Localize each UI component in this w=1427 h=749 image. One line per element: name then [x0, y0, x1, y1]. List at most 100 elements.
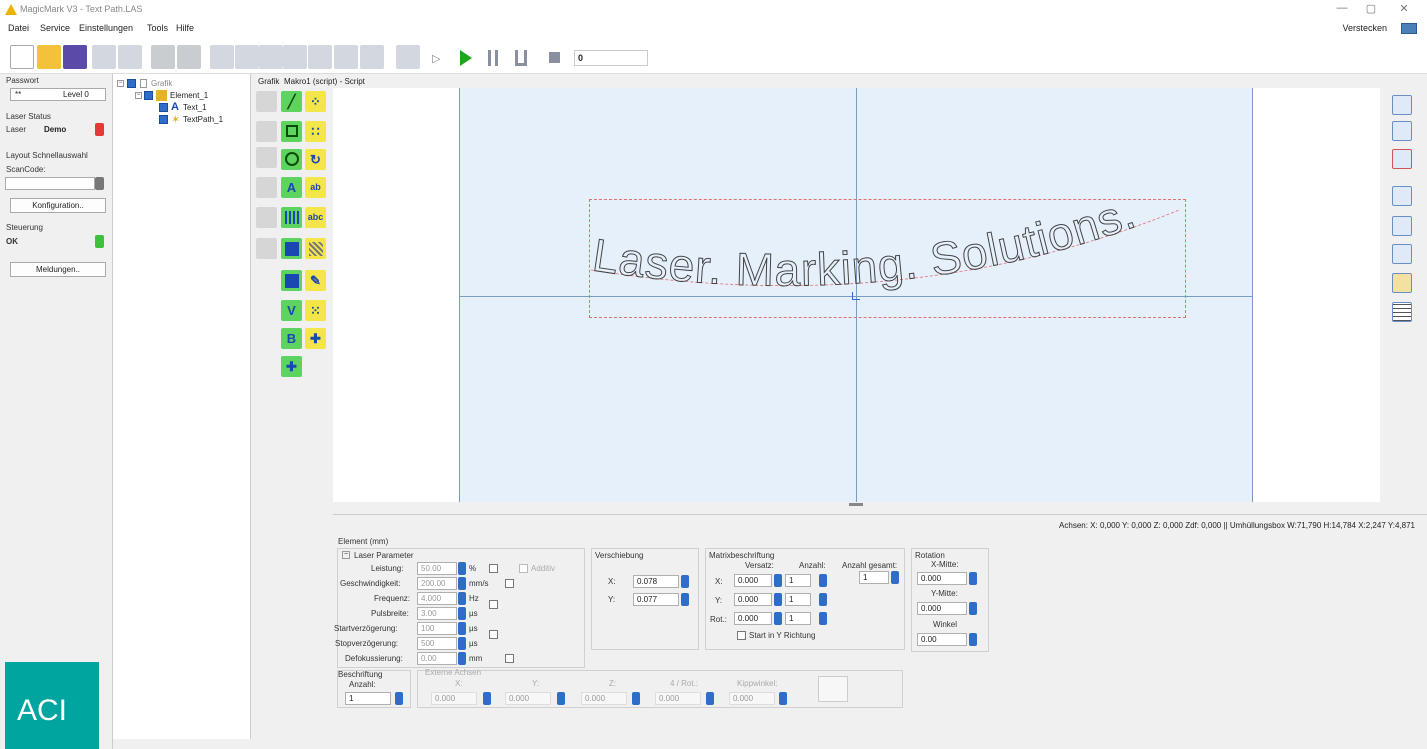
tab-grafik[interactable]: Grafik [258, 77, 279, 86]
rectangle-tool-icon[interactable] [281, 121, 302, 142]
ext-y-input[interactable]: 0.000 [505, 692, 551, 705]
verschiebung-x-spinner[interactable] [681, 575, 689, 588]
layers-icon[interactable] [1392, 273, 1412, 293]
b-tool-icon[interactable]: B [281, 328, 302, 349]
geschwindigkeit-checkbox[interactable] [505, 579, 514, 588]
puzzle-green-icon[interactable]: ✚ [281, 356, 302, 377]
startverzoegerung-input[interactable]: 100 [417, 622, 457, 635]
stop-square-icon[interactable] [151, 45, 175, 69]
tree-item-textpath-1[interactable]: TextPath_1 [183, 115, 223, 124]
password-field[interactable]: ** Level 0 [10, 88, 106, 101]
grid-icon[interactable] [334, 45, 358, 69]
zoom-out-icon[interactable] [1392, 216, 1412, 236]
ungroup-icon[interactable] [259, 45, 283, 69]
redo-icon[interactable] [118, 45, 142, 69]
tree-item-element-1[interactable]: Element_1 [170, 91, 208, 100]
leistung-checkbox[interactable] [489, 564, 498, 573]
beschriftung-anzahl-input[interactable]: 1 [345, 692, 391, 705]
anzahl-gesamt-input[interactable]: 1 [859, 571, 889, 584]
y-mitte-input[interactable]: 0.000 [917, 602, 967, 615]
winkel-input[interactable]: 0.00 [917, 633, 967, 646]
zoom-fit-icon[interactable] [1392, 121, 1412, 141]
matrix-x-count-spinner[interactable] [819, 574, 827, 587]
maximize-button[interactable]: ▢ [1360, 2, 1382, 18]
textframe-tool-icon[interactable]: ab [305, 177, 326, 198]
datamatrix-tool-icon[interactable] [281, 238, 302, 259]
tree-item-text-1[interactable]: Text_1 [183, 103, 207, 112]
splitter-handle[interactable] [849, 503, 863, 506]
arrange-tool-icon[interactable]: ∷ [305, 121, 326, 142]
ext-z-spinner[interactable] [632, 692, 640, 705]
zoom-selection-icon[interactable] [1392, 149, 1412, 169]
kippwinkel-input[interactable]: 0.000 [729, 692, 775, 705]
anzahl-gesamt-spinner[interactable] [891, 571, 899, 584]
move-icon[interactable] [210, 45, 234, 69]
leistung-input[interactable]: 50.00 [417, 562, 457, 575]
matrix-x-input[interactable]: 0.000 [734, 574, 772, 587]
pen-tool-icon[interactable]: ✎ [305, 270, 326, 291]
menu-einstellungen[interactable]: Einstellungen [79, 23, 133, 33]
kippwinkel-spinner[interactable] [779, 692, 787, 705]
matrix-y-spinner[interactable] [774, 593, 782, 606]
play-icon[interactable] [460, 50, 472, 66]
matrix-x-spinner[interactable] [774, 574, 782, 587]
points-tool-icon[interactable]: ⁘ [305, 91, 326, 112]
leistung-spinner[interactable] [458, 562, 466, 575]
record-icon[interactable] [177, 45, 201, 69]
tree-root-checkbox[interactable] [127, 79, 136, 88]
geschwindigkeit-input[interactable]: 200.00 [417, 577, 457, 590]
ext-rot-spinner[interactable] [706, 692, 714, 705]
matrix-y-count-spinner[interactable] [819, 593, 827, 606]
frequenz-checkbox[interactable] [489, 600, 498, 609]
minimize-button[interactable]: — [1331, 2, 1353, 18]
grid-tool-icon[interactable] [256, 91, 277, 112]
puzzle-grey-icon[interactable] [256, 238, 277, 259]
zoom-value-field[interactable]: 0 [574, 50, 648, 66]
x-mitte-spinner[interactable] [969, 572, 977, 585]
stopverzoegerung-input[interactable]: 500 [417, 637, 457, 650]
tree-collapse-icon[interactable]: − [117, 80, 124, 87]
menu-datei[interactable]: Datei [8, 23, 29, 33]
grouping-tool-icon[interactable]: ⁙ [305, 300, 326, 321]
pin-icon[interactable] [1401, 23, 1417, 34]
matrix-y-input[interactable]: 0.000 [734, 593, 772, 606]
qrcode-tool-icon[interactable] [281, 270, 302, 291]
matrix-x-count[interactable]: 1 [785, 574, 811, 587]
beschriftung-anzahl-spinner[interactable] [395, 692, 403, 705]
cluster-grey-icon[interactable] [256, 177, 277, 198]
text-path-graphic[interactable]: Laser. Marking. Solutions. [589, 170, 1189, 330]
menu-tools[interactable]: Tools [147, 23, 168, 33]
konfiguration-button[interactable]: Konfiguration.. [10, 198, 106, 213]
axis-config-icon[interactable] [818, 676, 848, 702]
geschwindigkeit-spinner[interactable] [458, 577, 466, 590]
stopverzoegerung-spinner[interactable] [458, 637, 466, 650]
grid-toggle-icon[interactable] [1392, 302, 1412, 322]
meldungen-button[interactable]: Meldungen.. [10, 262, 106, 277]
menu-hilfe[interactable]: Hilfe [176, 23, 194, 33]
step-icon[interactable]: ▷ [432, 52, 444, 65]
pulsbreite-spinner[interactable] [458, 607, 466, 620]
frequenz-input[interactable]: 4.000 [417, 592, 457, 605]
zoom-window-icon[interactable] [1392, 244, 1412, 264]
defokussierung-input[interactable]: 0.00 [417, 652, 457, 665]
new-file-icon[interactable] [10, 45, 34, 69]
verschiebung-y-spinner[interactable] [681, 593, 689, 606]
ext-x-spinner[interactable] [483, 692, 491, 705]
start-y-checkbox[interactable] [737, 631, 746, 640]
matrix-y-count[interactable]: 1 [785, 593, 811, 606]
barcode-tool-icon[interactable] [281, 207, 302, 228]
frequenz-spinner[interactable] [458, 592, 466, 605]
matrix-rot-count[interactable]: 1 [785, 612, 811, 625]
tab-makro1-script[interactable]: Makro1 (script) - Script [284, 77, 365, 86]
laser-collapse-icon[interactable]: − [342, 551, 350, 559]
scancode-field[interactable] [5, 177, 95, 190]
tree-root-label[interactable]: Grafik [151, 79, 172, 88]
pan-icon[interactable] [1392, 186, 1412, 206]
target-icon[interactable] [396, 45, 420, 69]
defokussierung-checkbox[interactable] [505, 654, 514, 663]
image-icon[interactable] [360, 45, 384, 69]
text-1-checkbox[interactable] [159, 103, 168, 112]
matrix-icon[interactable] [308, 45, 332, 69]
textpath-1-checkbox[interactable] [159, 115, 168, 124]
verschiebung-x-input[interactable]: 0.078 [633, 575, 679, 588]
